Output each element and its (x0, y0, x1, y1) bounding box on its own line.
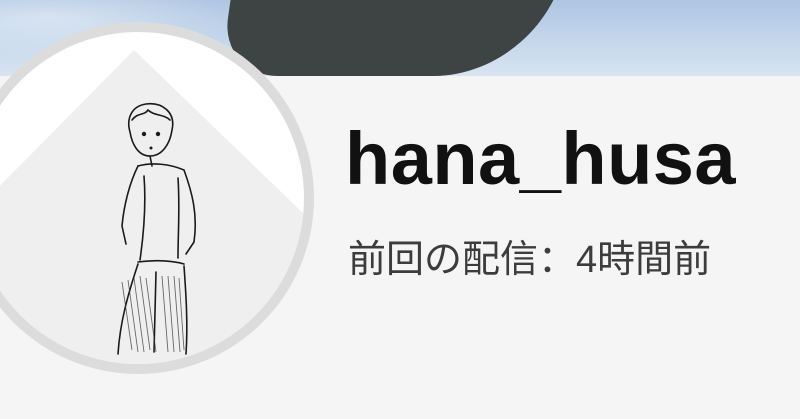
avatar[interactable] (0, 32, 304, 364)
line-drawing-person-icon (0, 50, 304, 364)
username: hana_husa (345, 117, 737, 200)
last-stream-info: 前回の配信：4時間前 (348, 239, 712, 281)
